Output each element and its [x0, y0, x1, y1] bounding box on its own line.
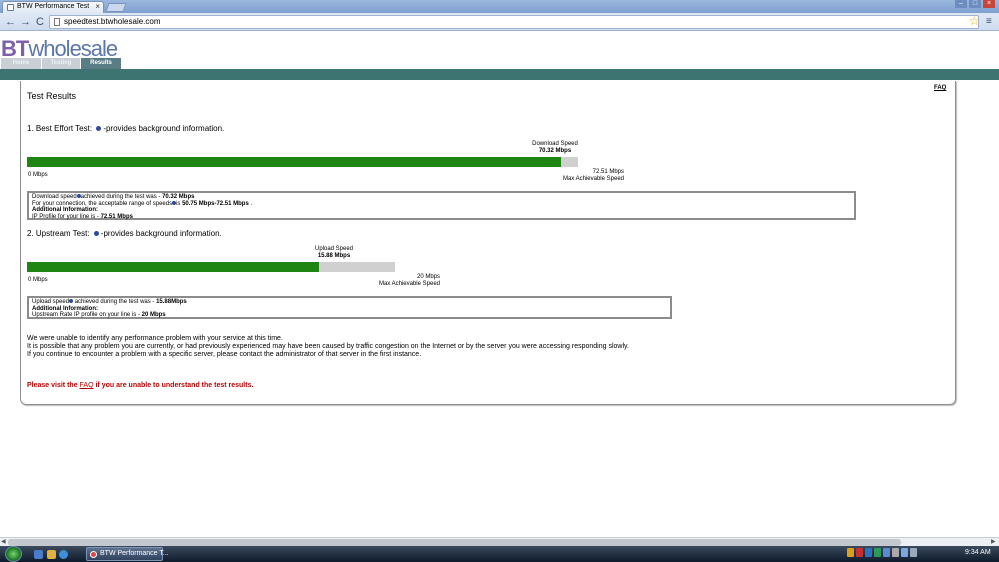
reload-icon[interactable]: C [36, 15, 44, 29]
horizontal-scrollbar[interactable]: ◀ ▶ [0, 537, 999, 546]
tab-close-icon[interactable]: × [95, 2, 100, 11]
faq-prompt-suffix: if you are unable to understand the test… [93, 382, 254, 389]
browser-tab[interactable]: BTW Performance Test × [2, 1, 104, 13]
upload-info-box: Upload speed achieved during the test wa… [27, 296, 672, 319]
system-tray [847, 548, 917, 557]
additional-info-heading: Additional Information: [32, 305, 98, 312]
chrome-icon [90, 551, 97, 558]
download-info-label: Download speed [32, 194, 77, 200]
page-icon [54, 18, 60, 26]
download-max-caption: Max Achievable Speed [562, 176, 624, 182]
taskbar-item-label: BTW Performance T... [100, 550, 169, 557]
url-text[interactable]: speedtest.btwholesale.com [64, 17, 161, 26]
tray-icon[interactable] [892, 548, 899, 557]
best-effort-heading-text: 1. Best Effort Test: [27, 124, 93, 133]
download-zero-label: 0 Mbps [28, 172, 48, 178]
upload-max-label: 20 Mbps Max Achievable Speed [366, 274, 440, 288]
show-desktop-icon[interactable] [34, 550, 43, 559]
forward-arrow-icon[interactable]: → [20, 15, 31, 29]
bt-wholesale-logo[interactable]: BTwholesale [1, 38, 118, 60]
upload-speed-label: Upload Speed 15.88 Mbps [301, 246, 367, 260]
upload-zero-label: 0 Mbps [28, 277, 48, 283]
tray-icon[interactable] [874, 548, 881, 557]
bookmark-star-icon[interactable]: ☆ [969, 14, 980, 28]
ip-profile-label: IP Profile for your line is - [32, 213, 101, 220]
tab-title: BTW Performance Test [17, 3, 90, 10]
additional-info-heading: Additional Information: [32, 207, 98, 213]
info-icon[interactable] [93, 231, 99, 237]
upload-max-value: 20 Mbps [416, 274, 440, 280]
upload-speed-bar [27, 262, 395, 272]
download-speed-bar [27, 157, 578, 167]
minimize-button[interactable]: – [955, 0, 967, 8]
summary-line: If you continue to encounter a problem w… [27, 351, 422, 358]
info-icon[interactable] [96, 126, 102, 132]
download-speed-label: Download Speed 70.32 Mbps [520, 141, 590, 155]
volume-icon[interactable] [910, 548, 917, 557]
range-info-value: 50.75 Mbps-72.51 Mbps [182, 200, 249, 207]
faq-prompt-prefix: Please visit the [27, 382, 80, 389]
page-title: Test Results [27, 91, 77, 101]
close-window-button[interactable]: × [983, 0, 995, 8]
summary-text: We were unable to identify any performan… [27, 335, 629, 359]
taskbar-clock: 9:34 AM [965, 549, 991, 556]
best-effort-heading: 1. Best Effort Test: -provides backgroun… [27, 124, 224, 133]
upstream-profile-label: Upstream Rate IP profile on your line is… [32, 312, 142, 318]
tray-icon[interactable] [883, 548, 890, 557]
download-speed-fill [27, 157, 562, 167]
upload-speed-caption: Upload Speed [314, 246, 354, 252]
tab-testing[interactable]: Testing [42, 58, 80, 69]
download-info-value: 70.32 Mbps [162, 194, 195, 200]
upstream-heading-suffix: -provides background information. [100, 229, 222, 238]
scroll-left-icon[interactable]: ◀ [1, 538, 6, 546]
upstream-profile-value: 20 Mbps [141, 312, 166, 318]
start-button-icon[interactable] [5, 546, 22, 562]
download-speed-value: 70.32 Mbps [538, 148, 572, 154]
download-max-label: 72.51 Mbps Max Achievable Speed [550, 169, 624, 183]
scroll-right-icon[interactable]: ▶ [991, 538, 996, 546]
ip-profile-value: 72.51 Mbps [100, 213, 133, 220]
explorer-icon[interactable] [47, 550, 56, 559]
range-info-label: For your connection, the acceptable rang… [32, 200, 173, 207]
window-controls: – □ × [955, 0, 995, 8]
taskbar-item-browser[interactable]: BTW Performance T... [86, 547, 169, 561]
back-arrow-icon[interactable]: ← [5, 15, 16, 29]
browser-titlebar: BTW Performance Test × – □ × [0, 0, 999, 13]
download-info-box: Download speed achieved during the test w… [27, 191, 856, 220]
tray-icon[interactable] [847, 548, 854, 557]
upload-info-value: 15.88Mbps [156, 299, 187, 305]
page-favicon-icon [7, 4, 14, 11]
faq-link[interactable]: FAQ [934, 85, 946, 91]
tray-icon[interactable] [856, 548, 863, 557]
wrench-menu-icon[interactable]: ≡ [986, 15, 992, 29]
download-max-value: 72.51 Mbps [592, 169, 624, 175]
upload-max-caption: Max Achievable Speed [378, 281, 440, 287]
upstream-heading-text: 2. Upstream Test: [27, 229, 90, 238]
summary-line: We were unable to identify any performan… [27, 335, 283, 342]
summary-line: It is possible that any problem you are … [27, 343, 629, 350]
download-info-mid: achieved during the test was - [80, 194, 163, 200]
download-speed-caption: Download Speed [532, 141, 578, 147]
internet-explorer-icon[interactable] [59, 550, 68, 559]
network-icon[interactable] [901, 548, 908, 557]
tray-icon[interactable] [865, 548, 872, 557]
scrollbar-thumb[interactable] [8, 539, 901, 546]
upload-speed-fill [27, 262, 320, 272]
header-band [0, 69, 999, 80]
upstream-heading: 2. Upstream Test: -provides background i… [27, 229, 222, 238]
upload-info-mid: achieved during the test was - [73, 299, 157, 305]
best-effort-heading-suffix: -provides background information. [103, 124, 225, 133]
range-info-suffix: . [248, 200, 253, 207]
tab-home[interactable]: Home [1, 58, 41, 69]
new-tab-button[interactable] [105, 3, 127, 12]
upload-info-label: Upload speed [32, 299, 70, 305]
faq-prompt: Please visit the FAQ if you are unable t… [27, 382, 253, 389]
upload-speed-value: 15.88 Mbps [317, 253, 351, 259]
browser-toolbar: ← → C speedtest.btwholesale.com [0, 13, 999, 31]
maximize-button[interactable]: □ [969, 0, 981, 8]
faq-inline-link[interactable]: FAQ [80, 382, 94, 389]
address-bar[interactable]: speedtest.btwholesale.com [49, 15, 979, 29]
